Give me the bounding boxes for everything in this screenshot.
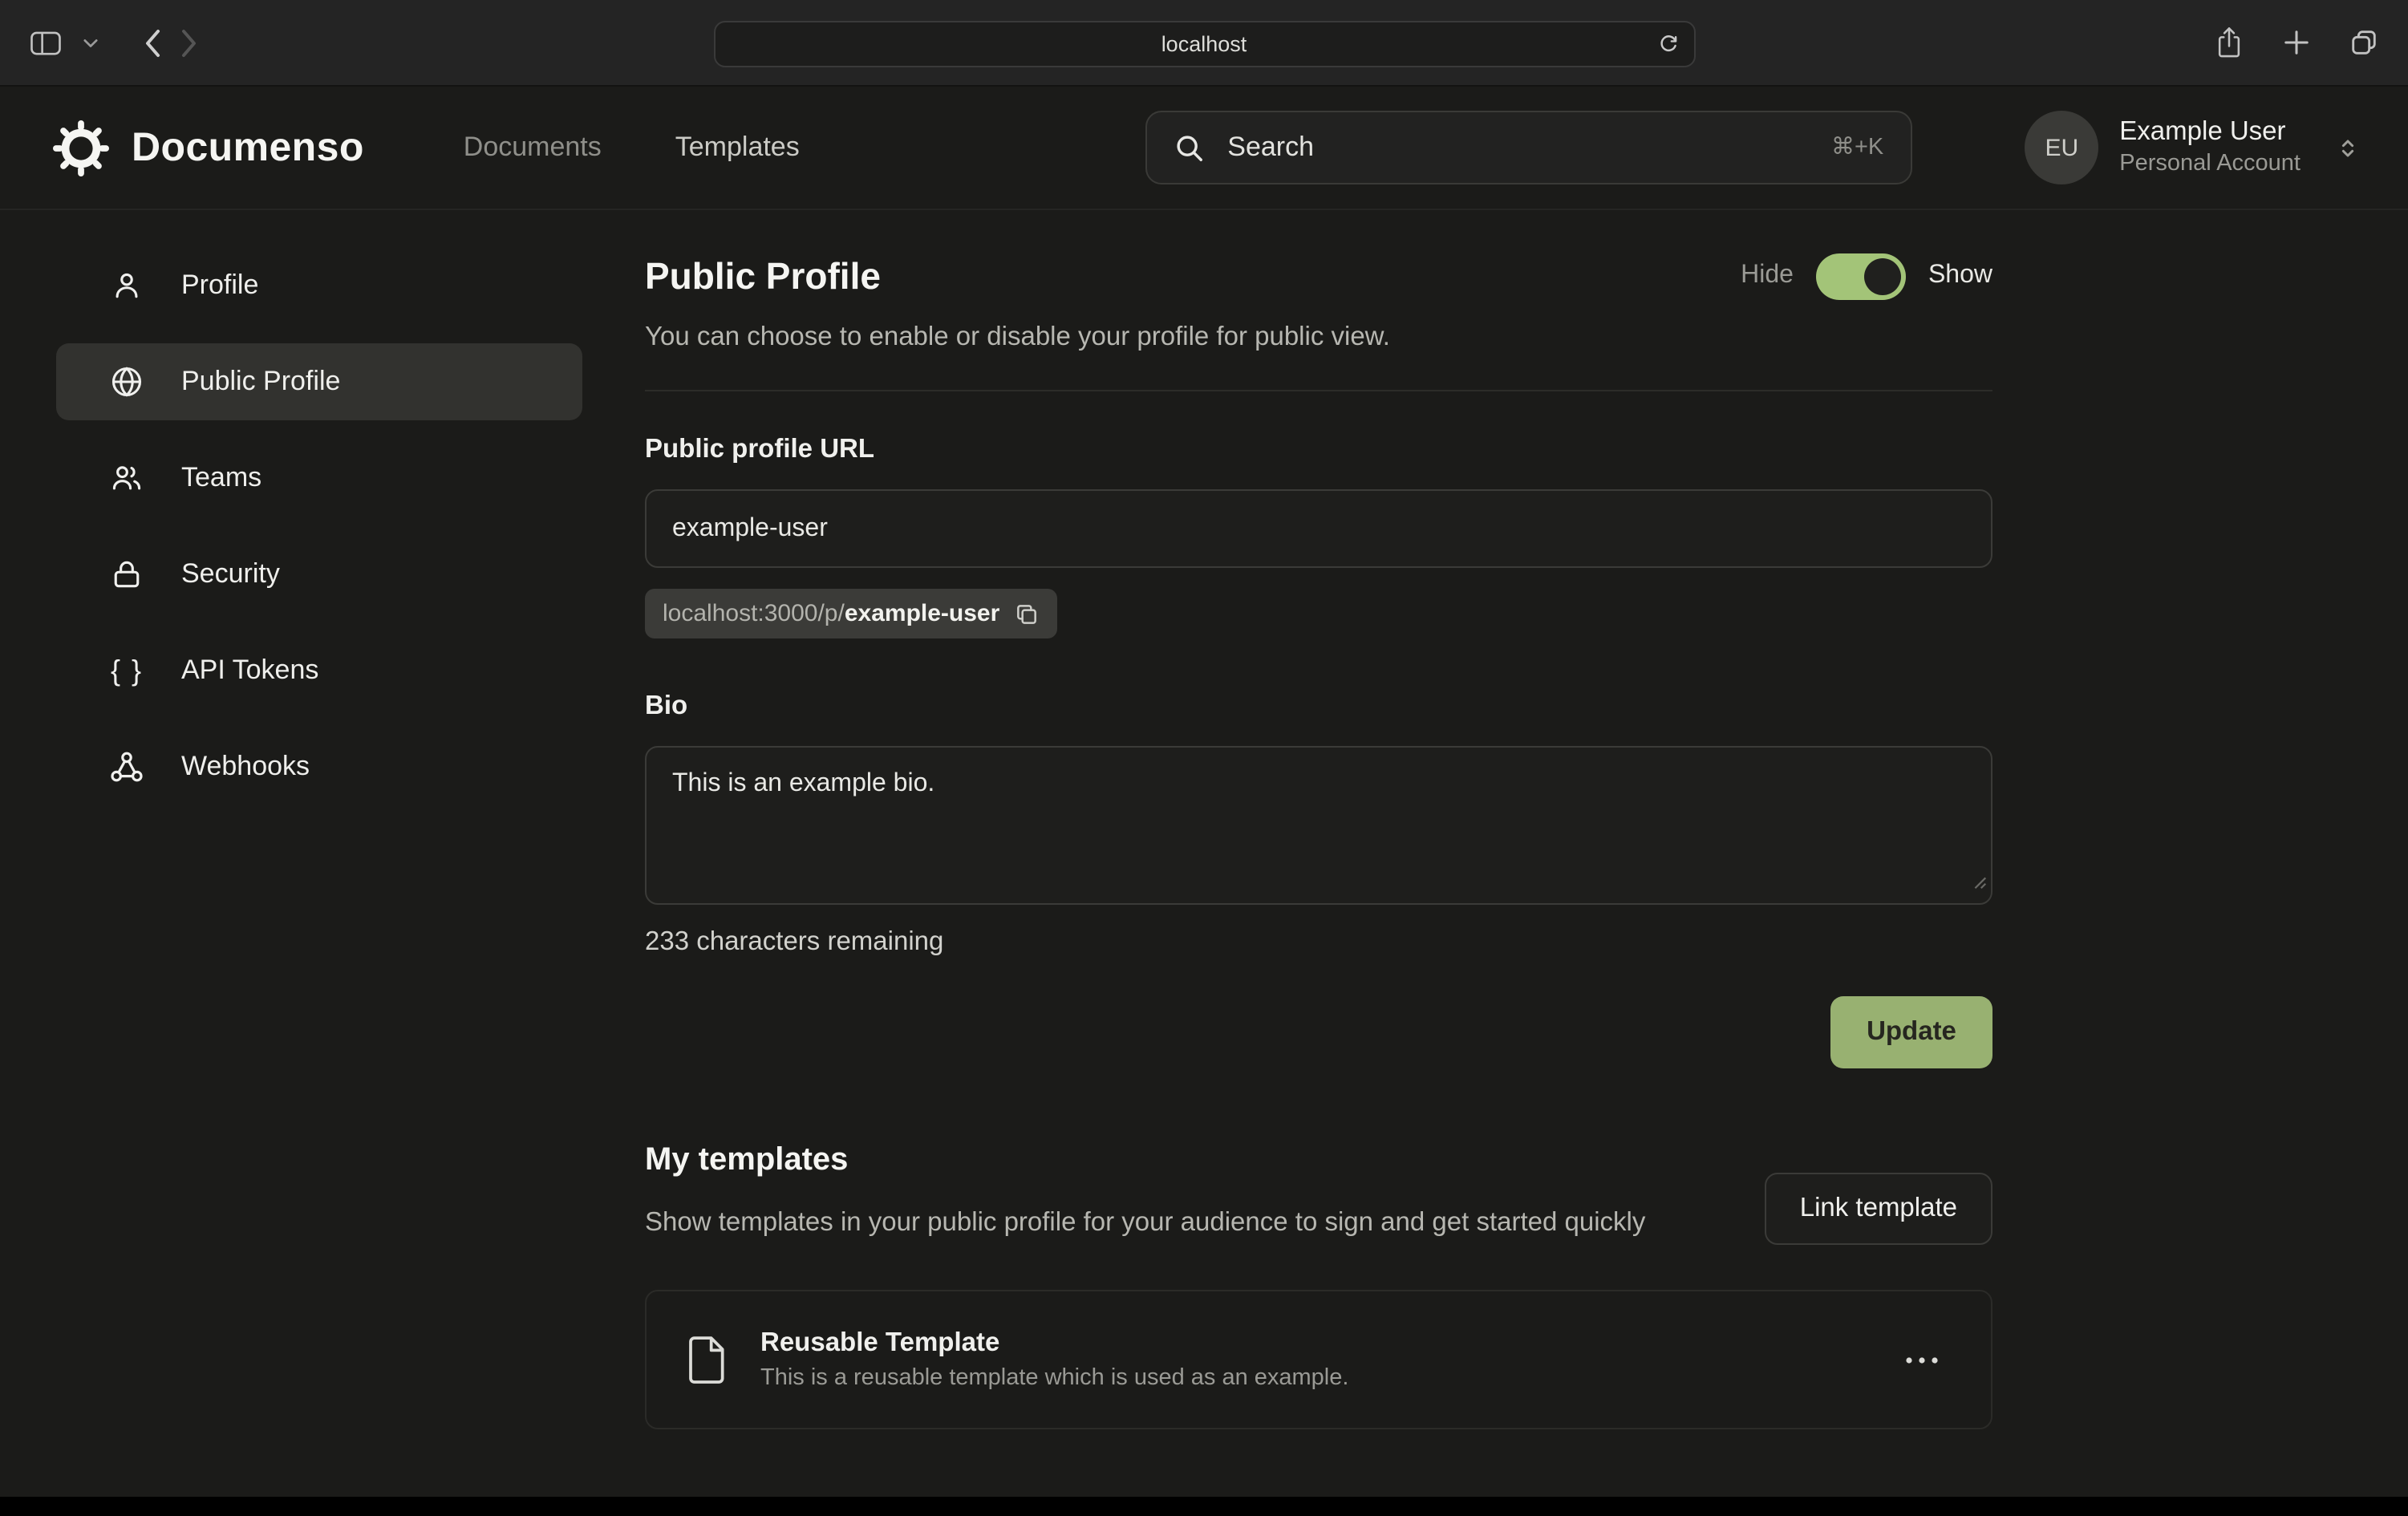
- sidebar-item-profile[interactable]: Profile: [56, 247, 582, 324]
- profile-visibility-control: Hide Show: [1741, 253, 1992, 299]
- sidebar-item-label: Profile: [181, 270, 258, 302]
- sidebar-item-teams[interactable]: Teams: [56, 440, 582, 517]
- chrome-left-controls: [29, 28, 197, 57]
- sidebar-item-label: Public Profile: [181, 366, 340, 398]
- template-menu-ellipsis-icon[interactable]: [1891, 1342, 1952, 1377]
- characters-remaining: 233 characters remaining: [645, 927, 1992, 958]
- reload-icon[interactable]: [1656, 33, 1679, 55]
- tab-overview-icon[interactable]: [2349, 27, 2379, 58]
- account-type: Personal Account: [2119, 150, 2301, 180]
- braces-icon: { }: [107, 654, 146, 687]
- documenso-logo-icon: [53, 120, 109, 176]
- main-nav: Documents Templates: [464, 132, 800, 164]
- sidebar-item-security[interactable]: Security: [56, 536, 582, 613]
- search-input[interactable]: Search ⌘+K: [1145, 111, 1912, 184]
- account-name: Example User: [2119, 116, 2301, 150]
- sidebar-item-api-tokens[interactable]: { } API Tokens: [56, 632, 582, 709]
- update-button[interactable]: Update: [1830, 996, 1992, 1068]
- browser-chrome: localhost: [0, 0, 2408, 87]
- page-subtitle: You can choose to enable or disable your…: [645, 319, 1992, 355]
- profile-url-preview: localhost:3000/p/example-user: [645, 589, 1057, 638]
- window-bottom-edge: [0, 1497, 2408, 1516]
- back-icon[interactable]: [144, 28, 160, 57]
- share-icon[interactable]: [2214, 25, 2244, 60]
- url-text: localhost: [1161, 32, 1247, 56]
- my-templates-section: My templates Show templates in your publ…: [645, 1139, 1992, 1429]
- brand-name: Documenso: [132, 124, 364, 171]
- user-icon: [107, 268, 146, 303]
- search-shortcut: ⌘+K: [1831, 135, 1883, 160]
- settings-sidebar: Profile Public Profile Teams Security: [56, 247, 582, 825]
- sidebar-item-label: Webhooks: [181, 751, 310, 783]
- profile-url-slug: example-user: [845, 600, 999, 627]
- profile-url-prefix: localhost:3000/p/: [663, 600, 845, 627]
- link-template-button[interactable]: Link template: [1765, 1173, 1992, 1245]
- new-tab-icon[interactable]: [2283, 29, 2310, 56]
- template-name: Reusable Template: [760, 1328, 1348, 1359]
- toolbar-chevron-down-icon[interactable]: [83, 38, 98, 47]
- globe-icon: [107, 364, 146, 399]
- resize-handle-icon[interactable]: [1970, 869, 1988, 898]
- template-description: This is a reusable template which is use…: [760, 1365, 1348, 1391]
- address-bar[interactable]: localhost: [713, 21, 1695, 67]
- search-label: Search: [1227, 132, 1314, 164]
- hide-label: Hide: [1741, 261, 1794, 290]
- search-icon: [1174, 132, 1205, 163]
- bio-label: Bio: [645, 690, 1992, 722]
- public-profile-url-label: Public profile URL: [645, 433, 1992, 465]
- toggle-knob: [1864, 257, 1901, 294]
- file-icon: [685, 1333, 730, 1386]
- account-menu[interactable]: EU Example User Personal Account: [2025, 111, 2360, 184]
- app-header: Documenso Documents Templates Search ⌘+K…: [0, 87, 2408, 210]
- template-list-item: Reusable Template This is a reusable tem…: [645, 1290, 1992, 1429]
- page-title: Public Profile: [645, 252, 881, 300]
- sidebar-toggle-icon[interactable]: [29, 28, 63, 57]
- section-divider: [645, 390, 1992, 391]
- lock-icon: [107, 557, 146, 592]
- page-body: Profile Public Profile Teams Security: [0, 210, 2408, 1497]
- nav-templates[interactable]: Templates: [675, 132, 800, 164]
- nav-documents[interactable]: Documents: [464, 132, 602, 164]
- browser-window: localhost: [0, 0, 2408, 1516]
- chrome-right-controls: [2214, 25, 2379, 60]
- sidebar-item-public-profile[interactable]: Public Profile: [56, 343, 582, 420]
- sidebar-item-webhooks[interactable]: Webhooks: [56, 728, 582, 805]
- users-icon: [107, 460, 146, 496]
- avatar: EU: [2025, 111, 2098, 184]
- public-profile-url-input[interactable]: [645, 489, 1992, 568]
- webhook-icon: [107, 749, 146, 784]
- show-label: Show: [1928, 261, 1992, 290]
- sidebar-item-label: API Tokens: [181, 655, 318, 687]
- forward-icon[interactable]: [181, 28, 197, 57]
- sidebar-item-label: Security: [181, 558, 280, 590]
- sidebar-item-label: Teams: [181, 462, 261, 494]
- copy-icon[interactable]: [1014, 601, 1040, 626]
- chevrons-up-down-icon: [2336, 136, 2360, 160]
- brand[interactable]: Documenso: [53, 120, 364, 176]
- visibility-toggle[interactable]: [1816, 253, 1906, 299]
- bio-textarea[interactable]: This is an example bio.: [645, 746, 1992, 905]
- my-templates-description: Show templates in your public profile fo…: [645, 1203, 1752, 1243]
- settings-content: Public Profile Hide Show You can choose …: [645, 210, 1992, 1429]
